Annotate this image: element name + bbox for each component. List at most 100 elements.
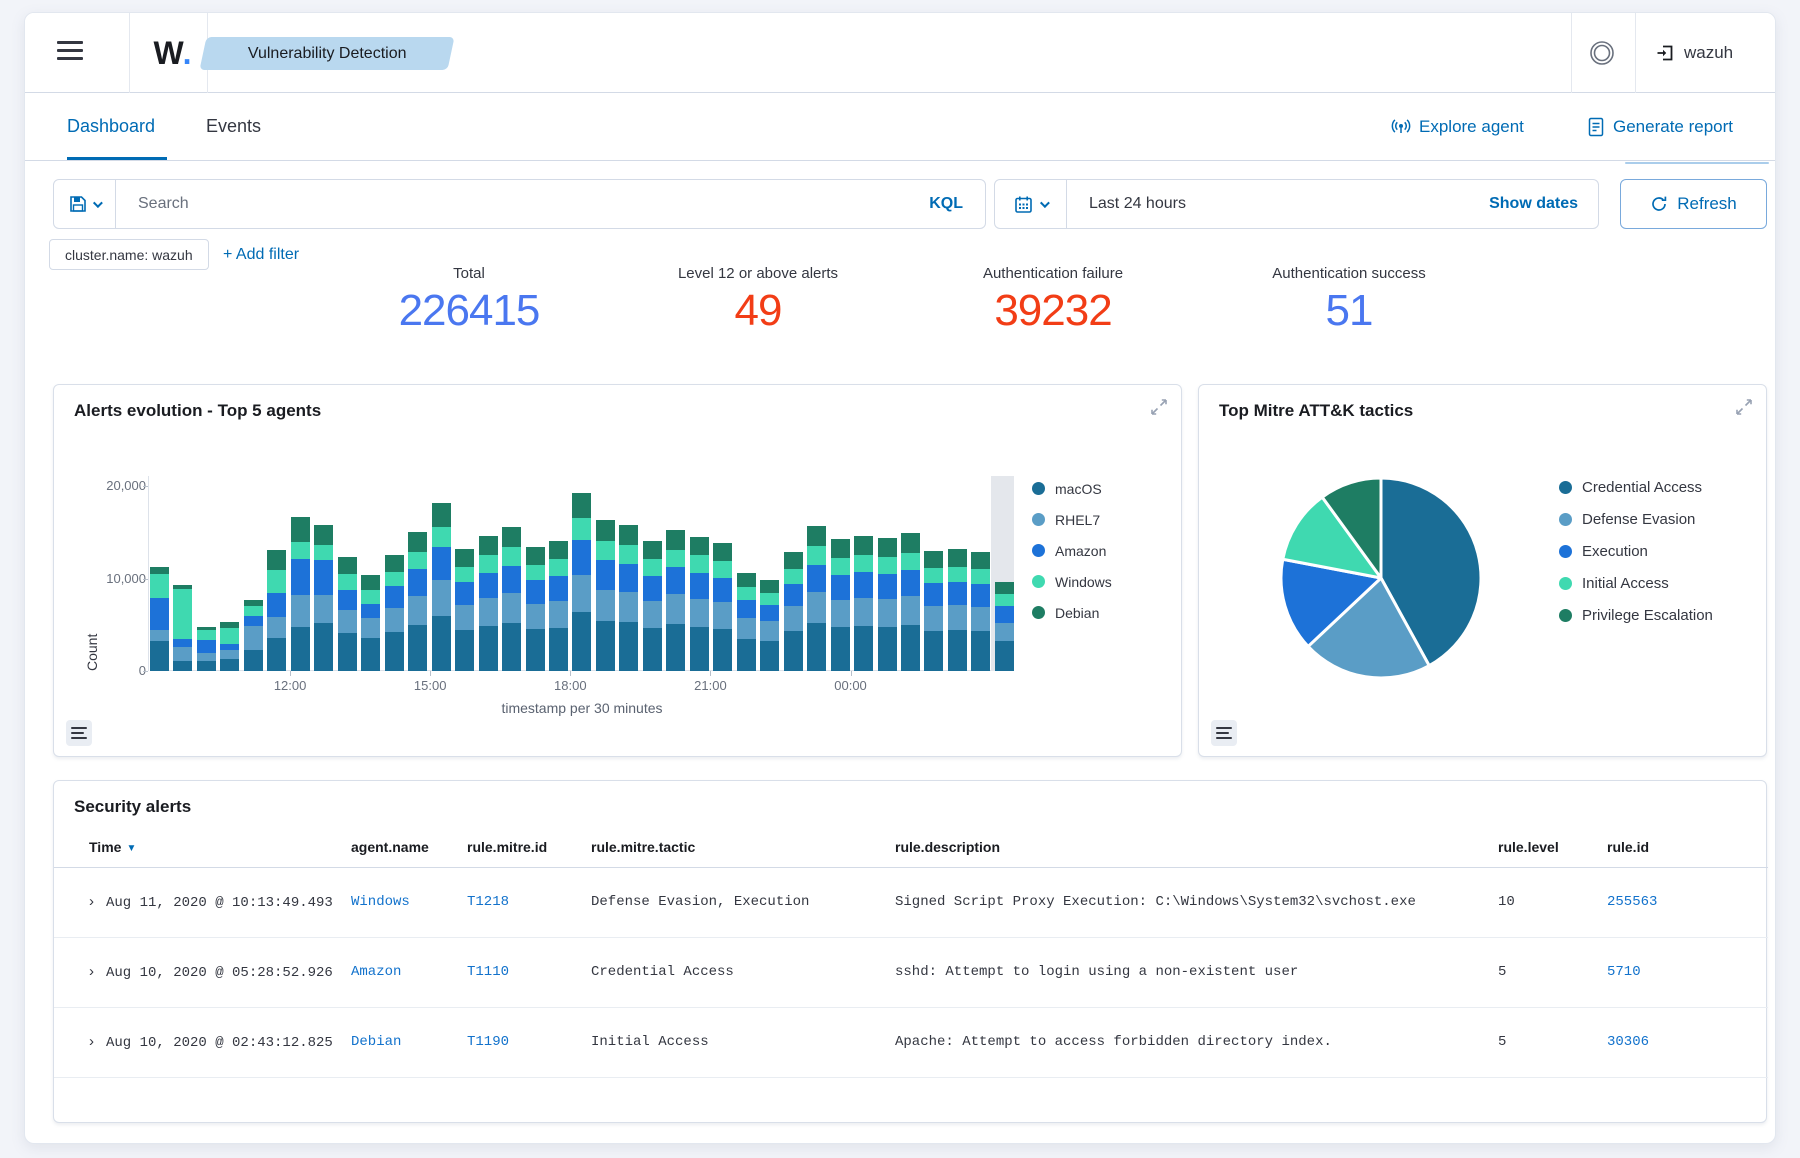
bar-segment-macOS: [338, 633, 357, 671]
bar-01:30[interactable]: [924, 551, 943, 671]
bar-19:00[interactable]: [619, 525, 638, 671]
search-input[interactable]: Search: [116, 195, 929, 213]
bar-segment-macOS: [737, 639, 756, 671]
legend-item-Privilege Escalation[interactable]: Privilege Escalation: [1559, 599, 1713, 631]
bar-16:00[interactable]: [479, 536, 498, 671]
expand-icon[interactable]: [1734, 397, 1754, 417]
legend-item-macOS[interactable]: macOS: [1032, 473, 1112, 504]
legend-label: Privilege Escalation: [1582, 607, 1713, 624]
explore-agent-button[interactable]: Explore agent: [1391, 93, 1524, 161]
agent-link[interactable]: Amazon: [351, 964, 401, 980]
legend-item-RHEL7[interactable]: RHEL7: [1032, 504, 1112, 535]
bar-22:30[interactable]: [784, 552, 803, 671]
mitre_id-link[interactable]: T1110: [467, 964, 509, 980]
bar-22:00[interactable]: [760, 580, 779, 671]
bar-segment-Windows: [338, 574, 357, 590]
rule_id-link[interactable]: 30306: [1607, 1034, 1649, 1050]
loading-indicator: [1625, 162, 1769, 164]
bar-19:30[interactable]: [643, 541, 662, 671]
wazuh-logo[interactable]: W.: [137, 13, 207, 93]
bar-segment-Windows: [995, 594, 1014, 606]
date-range-value[interactable]: Last 24 hours: [1067, 195, 1489, 213]
bar-17:00[interactable]: [526, 547, 545, 671]
bar-11:30[interactable]: [267, 550, 286, 671]
expand-row-icon[interactable]: ›: [89, 963, 94, 980]
saved-queries-button[interactable]: [54, 180, 116, 228]
bar-18:30[interactable]: [596, 520, 615, 671]
legend-item-Execution[interactable]: Execution: [1559, 535, 1713, 567]
agent-link[interactable]: Debian: [351, 1034, 401, 1050]
bar-00:00[interactable]: [854, 536, 873, 671]
column-header-rule.mitre.tactic: rule.mitre.tactic: [591, 827, 895, 867]
bar-02:00[interactable]: [948, 549, 967, 671]
bar-14:30[interactable]: [408, 532, 427, 671]
tab-dashboard[interactable]: Dashboard: [67, 93, 155, 161]
bar-10:30[interactable]: [220, 622, 239, 671]
bar-11:00[interactable]: [244, 600, 263, 671]
bar-13:00[interactable]: [338, 557, 357, 671]
expand-icon[interactable]: [1149, 397, 1169, 417]
y-tick-0: 0: [76, 663, 146, 678]
bar-segment-Amazon: [150, 598, 169, 630]
bar-20:30[interactable]: [690, 537, 709, 671]
bar-segment-Windows: [479, 555, 498, 573]
inspect-list-icon[interactable]: [66, 720, 92, 746]
bar-17:30[interactable]: [549, 541, 568, 671]
tab-events[interactable]: Events: [206, 93, 261, 161]
mitre_id-link[interactable]: T1190: [467, 1034, 509, 1050]
refresh-button[interactable]: Refresh: [1620, 179, 1767, 229]
legend-item-Amazon[interactable]: Amazon: [1032, 535, 1112, 566]
bar-10:00[interactable]: [197, 627, 216, 671]
bar-14:00[interactable]: [385, 555, 404, 671]
legend-item-Credential Access[interactable]: Credential Access: [1559, 471, 1713, 503]
bar-09:30[interactable]: [173, 585, 192, 671]
cell-agent: Windows: [351, 867, 467, 937]
bar-16:30[interactable]: [502, 527, 521, 671]
security-alerts-table: Time▼agent.namerule.mitre.idrule.mitre.t…: [54, 827, 1768, 1078]
bar-15:00[interactable]: [432, 503, 451, 671]
bar-09:00[interactable]: [150, 567, 169, 671]
filter-pill-cluster-name[interactable]: cluster.name: wazuh: [49, 239, 209, 270]
expand-row-icon[interactable]: ›: [89, 893, 94, 910]
generate-report-button[interactable]: Generate report: [1587, 93, 1733, 161]
column-header-Time[interactable]: Time▼: [54, 827, 351, 867]
bar-12:00[interactable]: [291, 517, 310, 671]
legend-item-Defense Evasion[interactable]: Defense Evasion: [1559, 503, 1713, 535]
bar-12:30[interactable]: [314, 525, 333, 671]
bar-13:30[interactable]: [361, 575, 380, 671]
bar-segment-Amazon: [479, 573, 498, 598]
show-dates-button[interactable]: Show dates: [1489, 195, 1598, 213]
bar-segment-Amazon: [666, 567, 685, 594]
rule_id-link[interactable]: 5710: [1607, 964, 1641, 980]
user-menu[interactable]: wazuh: [1655, 13, 1733, 93]
bar-01:00[interactable]: [901, 533, 920, 671]
bar-segment-macOS: [502, 623, 521, 671]
legend-item-Windows[interactable]: Windows: [1032, 566, 1112, 597]
divider: [1571, 13, 1572, 93]
bar-segment-Amazon: [924, 583, 943, 606]
expand-row-icon[interactable]: ›: [89, 1033, 94, 1050]
bar-20:00[interactable]: [666, 530, 685, 671]
health-status-icon[interactable]: [1588, 39, 1616, 67]
bar-21:30[interactable]: [737, 573, 756, 671]
bar-03:00[interactable]: [995, 582, 1014, 671]
bar-23:00[interactable]: [807, 526, 826, 671]
calendar-button[interactable]: [995, 180, 1067, 228]
breadcrumb[interactable]: Vulnerability Detection: [199, 37, 454, 70]
bar-18:00[interactable]: [572, 493, 591, 671]
bar-segment-Debian: [995, 582, 1014, 594]
rule_id-link[interactable]: 255563: [1607, 894, 1657, 910]
bar-23:30[interactable]: [831, 539, 850, 671]
legend-item-Initial Access[interactable]: Initial Access: [1559, 567, 1713, 599]
mitre_id-link[interactable]: T1218: [467, 894, 509, 910]
bar-00:30[interactable]: [878, 538, 897, 671]
kql-toggle[interactable]: KQL: [929, 195, 985, 213]
agent-link[interactable]: Windows: [351, 894, 410, 910]
add-filter-button[interactable]: + Add filter: [223, 239, 299, 270]
bar-21:00[interactable]: [713, 543, 732, 671]
bar-15:30[interactable]: [455, 549, 474, 671]
bar-02:30[interactable]: [971, 552, 990, 671]
legend-item-Debian[interactable]: Debian: [1032, 597, 1112, 628]
inspect-list-icon[interactable]: [1211, 720, 1237, 746]
menu-icon[interactable]: [57, 41, 83, 65]
